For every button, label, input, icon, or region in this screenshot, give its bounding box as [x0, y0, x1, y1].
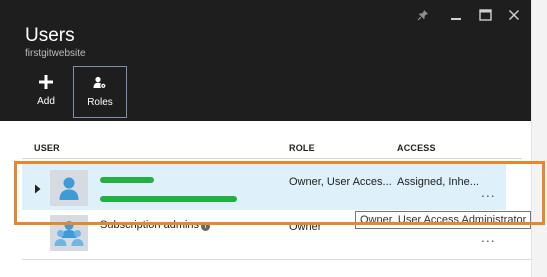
group-name: Subscription admins [100, 219, 200, 231]
maximize-icon[interactable] [476, 7, 494, 23]
users-blade: Users firstgitwebsite Add Roles USER ROL… [0, 0, 532, 277]
more-options-button[interactable]: ... [481, 185, 496, 199]
roles-button[interactable]: Roles [73, 66, 127, 118]
info-icon[interactable]: i [201, 222, 210, 231]
blade-title: Users [25, 25, 75, 46]
add-button[interactable]: Add [19, 66, 73, 118]
minimize-icon[interactable] [447, 7, 465, 23]
header-divider [22, 158, 522, 159]
expand-arrow-icon[interactable] [34, 181, 44, 194]
redaction-mark [100, 177, 154, 183]
column-header-user[interactable]: USER [34, 143, 60, 154]
roles-button-label: Roles [87, 97, 113, 108]
more-options-button[interactable]: ... [481, 230, 496, 244]
users-blade-window: Users firstgitwebsite Add Roles USER ROL… [0, 0, 547, 277]
roles-icon [93, 75, 107, 91]
role-cell: Owner, User Acces... [289, 176, 392, 188]
user-avatar-icon [50, 170, 88, 206]
pin-icon[interactable] [414, 7, 432, 23]
column-header-access[interactable]: ACCESS [397, 143, 436, 154]
add-button-label: Add [37, 96, 55, 107]
vertical-scrollbar[interactable] [531, 0, 547, 277]
role-cell: Owner [289, 221, 322, 233]
blade-header: Users firstgitwebsite Add Roles [0, 0, 531, 121]
row-divider [22, 259, 532, 260]
role-tooltip: Owner, User Access Administrator [355, 211, 532, 229]
blade-subtitle: firstgitwebsite [25, 48, 86, 59]
redaction-mark [100, 196, 237, 202]
column-header-role[interactable]: ROLE [289, 143, 315, 154]
plus-icon [39, 74, 53, 90]
access-cell: Assigned, Inhe... [397, 176, 479, 188]
close-icon[interactable] [505, 7, 523, 23]
group-avatar-icon [50, 215, 88, 251]
